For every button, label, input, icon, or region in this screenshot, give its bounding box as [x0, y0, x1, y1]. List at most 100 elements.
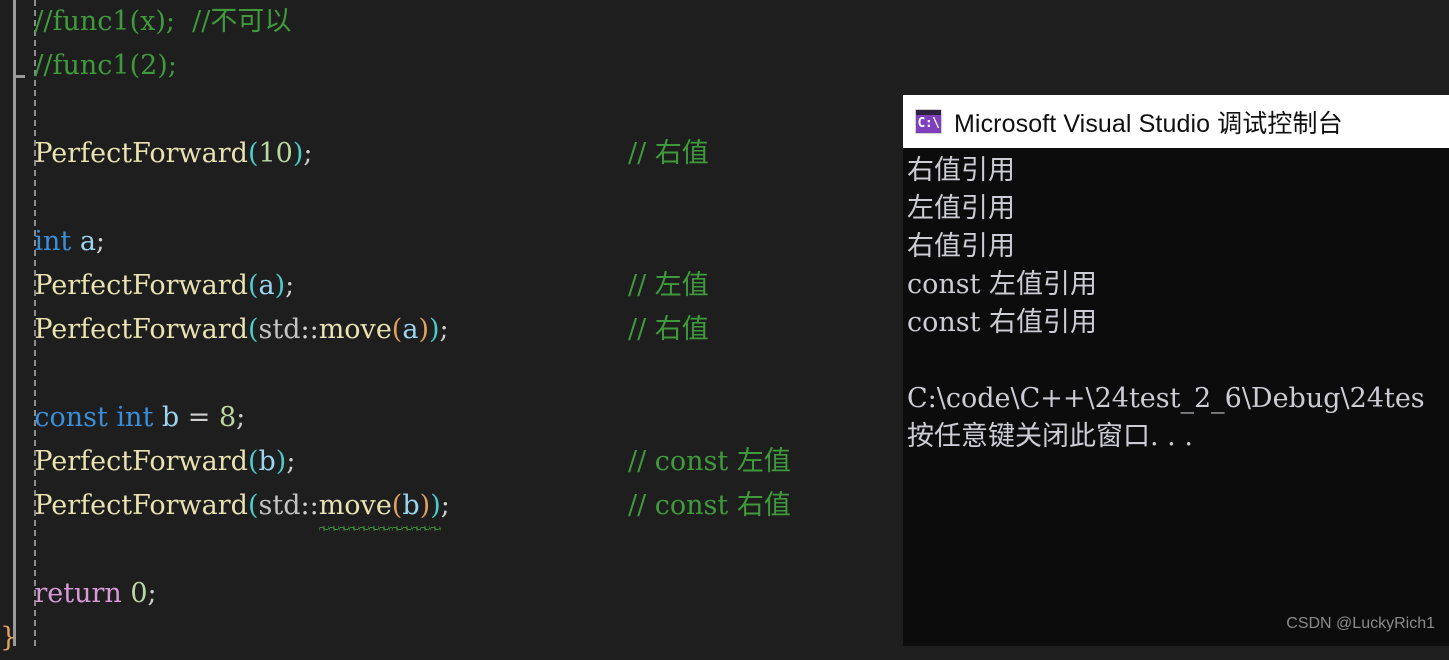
code-line[interactable]: PerfectForward(10); // 右值	[0, 132, 900, 176]
code-token: int	[34, 226, 72, 257]
code-inline-comment: // const 左值	[628, 446, 791, 477]
code-token: //func1(2);	[0, 50, 177, 81]
code-token: 10	[258, 138, 293, 169]
code-token: )	[430, 484, 441, 531]
code-token: ;	[303, 138, 313, 169]
debug-console-window[interactable]: C:\ Microsoft Visual Studio 调试控制台 右值引用左值…	[903, 95, 1449, 646]
code-line-body: //func1(2);	[0, 44, 177, 88]
code-token: )	[419, 484, 430, 531]
code-token: std	[258, 490, 301, 521]
code-token: const	[34, 402, 108, 433]
console-output-line: const 右值引用	[907, 307, 1098, 338]
console-output-line: const 左值引用	[907, 269, 1098, 300]
code-token: ;	[439, 314, 449, 345]
console-output-line: 右值引用	[907, 155, 1015, 186]
code-token: )	[429, 314, 440, 345]
code-line-body: PerfectForward(std::move(b));	[0, 484, 450, 531]
code-line[interactable]: //func1(2);	[0, 44, 900, 88]
code-line-body: PerfectForward(b);	[0, 440, 295, 484]
code-line-body	[0, 352, 9, 396]
code-line-body	[0, 176, 9, 220]
code-line-body: PerfectForward(std::move(a));	[0, 308, 449, 352]
code-line[interactable]	[0, 352, 900, 396]
code-token: PerfectForward	[34, 490, 248, 521]
code-token: (	[391, 314, 403, 345]
code-line[interactable]: PerfectForward(std::move(a)); // 右值	[0, 308, 900, 352]
code-token: (	[391, 484, 402, 531]
code-token: ;	[286, 446, 296, 477]
code-token: ::	[300, 490, 319, 521]
code-token: )	[292, 138, 304, 169]
code-token: 0	[130, 578, 148, 609]
console-title-bar[interactable]: C:\ Microsoft Visual Studio 调试控制台	[903, 95, 1449, 148]
code-token: ;	[236, 402, 246, 433]
code-line-body: const int b = 8;	[0, 396, 245, 440]
code-line-body: int a;	[0, 220, 105, 264]
code-token: b	[402, 484, 420, 531]
code-token: b	[258, 446, 276, 477]
code-token: PerfectForward	[34, 138, 248, 169]
console-output-area[interactable]: 右值引用 左值引用 右值引用 const 左值引用 const 右值引用 C:\code\…	[903, 148, 1449, 642]
code-token: int	[116, 402, 154, 433]
code-token: (	[247, 138, 259, 169]
code-token: a	[402, 314, 419, 345]
code-line[interactable]: int a;	[0, 220, 900, 264]
code-line-body: PerfectForward(10);	[0, 132, 313, 176]
code-line[interactable]: return 0;	[0, 572, 900, 616]
code-line[interactable]: PerfectForward(a); // 左值	[0, 264, 900, 308]
code-token: ::	[300, 314, 319, 345]
code-token: a	[79, 226, 96, 257]
code-line[interactable]: PerfectForward(b); // const 左值	[0, 440, 900, 484]
code-line[interactable]: PerfectForward(std::move(b)); // const 右值	[0, 484, 900, 531]
console-icon-glyph: C:\	[917, 116, 940, 131]
code-line[interactable]	[0, 176, 900, 220]
code-token: =	[179, 402, 219, 433]
code-line-body: //func1(x); //不可以	[0, 0, 291, 44]
code-line[interactable]: const int b = 8;	[0, 396, 900, 440]
code-line-body: PerfectForward(a);	[0, 264, 294, 308]
code-token: )	[274, 270, 286, 301]
code-inline-comment: // 右值	[628, 314, 709, 345]
console-output-line: 按任意键关闭此窗口. . .	[907, 421, 1193, 452]
code-token: (	[247, 490, 259, 521]
code-token: std	[258, 314, 301, 345]
code-token: (	[247, 314, 259, 345]
code-line[interactable]: //func1(x); //不可以	[0, 0, 900, 44]
code-token: a	[258, 270, 275, 301]
code-line[interactable]	[0, 528, 900, 572]
console-output-line: 左值引用	[907, 193, 1015, 224]
console-app-icon: C:\	[915, 109, 942, 134]
code-line-body	[0, 528, 9, 572]
code-line-body: }	[0, 616, 17, 660]
code-token: PerfectForward	[34, 446, 248, 477]
code-token: move	[318, 484, 392, 531]
csdn-watermark: CSDN @LuckyRich1	[1286, 615, 1435, 632]
console-output-line: 右值引用	[907, 231, 1015, 262]
code-token: }	[0, 622, 18, 653]
code-text-area[interactable]: //func1(x); //不可以 //func1(2); PerfectFor…	[0, 0, 900, 660]
code-token: b	[161, 402, 180, 433]
code-inline-comment: // 右值	[628, 138, 709, 169]
code-inline-comment: // const 右值	[628, 490, 791, 521]
code-token: PerfectForward	[34, 314, 248, 345]
code-token: (	[247, 270, 259, 301]
code-token: ;	[285, 270, 295, 301]
code-token: 8	[218, 402, 237, 433]
code-token: move	[318, 314, 392, 345]
code-line[interactable]: }	[0, 616, 900, 660]
code-token: ;	[147, 578, 157, 609]
console-output-line: C:\code\C++\24test_2_6\Debug\24tes	[907, 383, 1425, 414]
code-line[interactable]	[0, 88, 900, 132]
code-token: return	[34, 578, 122, 609]
